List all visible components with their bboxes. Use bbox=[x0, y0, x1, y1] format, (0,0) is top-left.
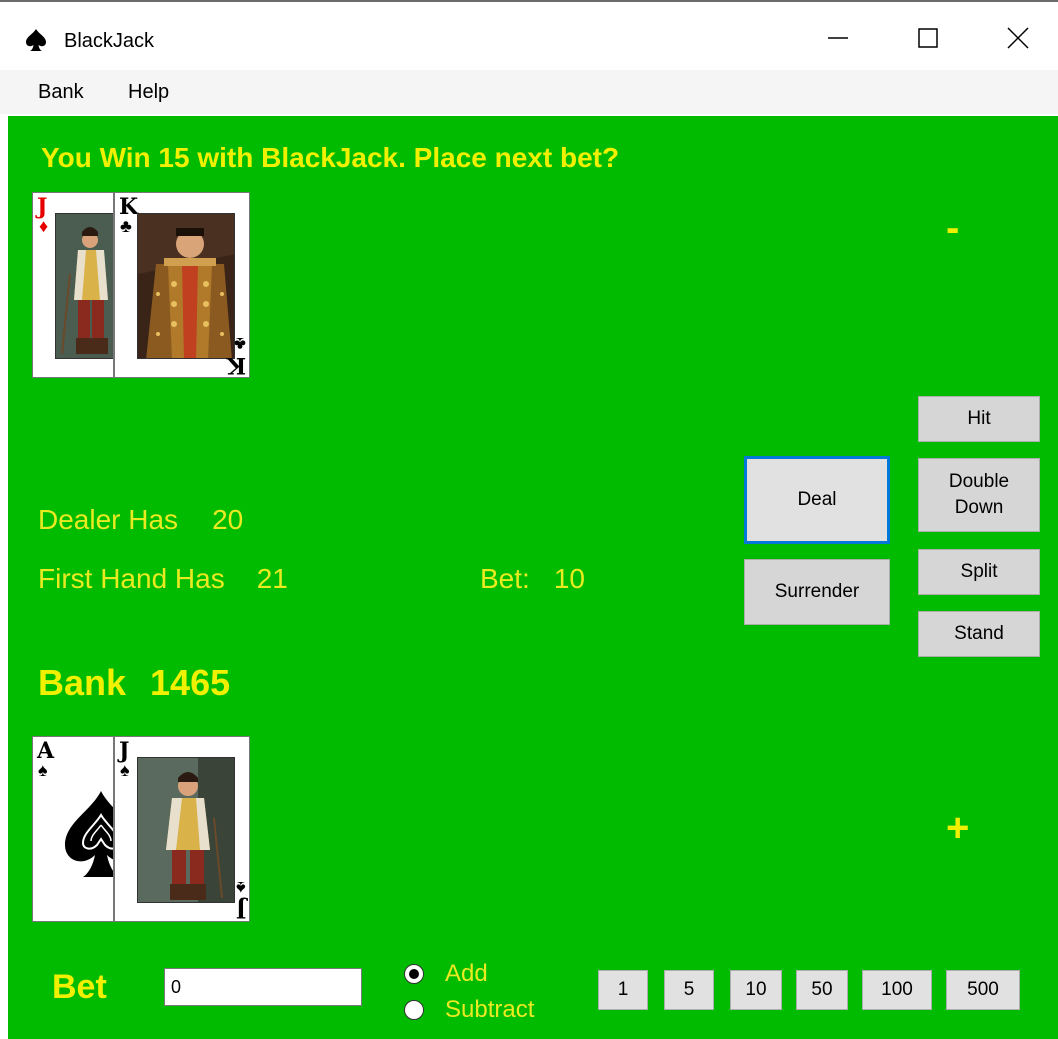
player-card-1: A ♠ bbox=[32, 736, 114, 922]
spade-icon: ♠ bbox=[120, 760, 130, 780]
menu-bar: Bank Help bbox=[0, 70, 1058, 114]
club-icon: ♣ bbox=[120, 216, 132, 236]
chip-50-button[interactable]: 50 bbox=[796, 970, 848, 1010]
add-radio[interactable] bbox=[404, 964, 424, 984]
first-hand-has-label: First Hand Has bbox=[38, 563, 225, 594]
split-button[interactable]: Split bbox=[918, 549, 1040, 595]
maximize-icon bbox=[918, 28, 938, 48]
dealer-card-2: K ♣ ♣ K bbox=[114, 192, 250, 378]
club-icon: ♣ bbox=[234, 334, 246, 354]
close-button[interactable] bbox=[988, 10, 1048, 66]
dealer-label: Dealer Has 20 bbox=[38, 504, 243, 536]
surrender-button[interactable]: Surrender bbox=[744, 559, 890, 625]
window-title: BlackJack bbox=[64, 30, 155, 52]
diamond-icon: ♦ bbox=[39, 216, 49, 236]
chip-500-button[interactable]: 500 bbox=[946, 970, 1020, 1010]
card-rank: K bbox=[119, 194, 139, 220]
deal-button[interactable]: Deal bbox=[744, 456, 890, 544]
bank-display: Bank 1465 bbox=[38, 662, 230, 704]
app-window: BlackJack Bank Help You Win 15 with Blac… bbox=[0, 0, 1058, 1039]
player-total: 21 bbox=[256, 563, 288, 594]
menu-help[interactable]: Help bbox=[128, 81, 169, 104]
chip-100-button[interactable]: 100 bbox=[862, 970, 932, 1010]
bank-value: 1465 bbox=[150, 662, 231, 703]
stand-button[interactable]: Stand bbox=[918, 611, 1040, 657]
hit-button[interactable]: Hit bbox=[918, 396, 1040, 442]
menu-bank[interactable]: Bank bbox=[38, 81, 84, 104]
subtract-radio[interactable] bbox=[404, 1000, 424, 1020]
subtract-label[interactable]: Subtract bbox=[445, 996, 534, 1024]
dealer-total: 20 bbox=[212, 504, 244, 535]
decrease-bet-button[interactable]: - bbox=[946, 206, 959, 251]
card-rank: J bbox=[37, 194, 48, 220]
game-table: You Win 15 with BlackJack. Place next be… bbox=[8, 116, 1058, 1039]
card-rank: J bbox=[119, 738, 130, 764]
card-rank: A bbox=[37, 738, 55, 764]
king-portrait bbox=[137, 213, 235, 359]
card-rank: K bbox=[226, 352, 246, 378]
increase-bet-button[interactable]: + bbox=[946, 806, 969, 851]
status-message: You Win 15 with BlackJack. Place next be… bbox=[41, 142, 620, 173]
title-bar[interactable]: BlackJack bbox=[0, 4, 1058, 70]
add-label[interactable]: Add bbox=[445, 960, 488, 988]
bet-display-value: 10 bbox=[553, 563, 585, 594]
player-card-2: J ♠ ♠ J bbox=[114, 736, 250, 922]
minimize-button[interactable] bbox=[808, 10, 868, 66]
dealer-has-label: Dealer Has bbox=[38, 504, 179, 535]
bet-input[interactable] bbox=[164, 968, 362, 1006]
chip-1-button[interactable]: 1 bbox=[598, 970, 648, 1010]
jack-portrait bbox=[55, 213, 113, 359]
minimize-icon bbox=[828, 28, 848, 48]
dealer-card-1: J ♦ bbox=[32, 192, 114, 378]
spade-icon: ♠ bbox=[236, 878, 246, 898]
card-rank: J bbox=[235, 896, 246, 922]
bet-display-label: Bet: bbox=[480, 563, 530, 594]
chip-5-button[interactable]: 5 bbox=[664, 970, 714, 1010]
bank-label: Bank bbox=[38, 662, 127, 703]
double-down-button[interactable]: Double Down bbox=[918, 458, 1040, 532]
radio-selected-dot bbox=[409, 969, 419, 979]
jack-portrait bbox=[137, 757, 235, 903]
spade-icon: ♠ bbox=[38, 760, 48, 780]
bet-label: Bet bbox=[52, 968, 107, 1006]
player-label: First Hand Has 21 bbox=[38, 563, 288, 595]
maximize-button[interactable] bbox=[898, 10, 958, 66]
close-icon bbox=[1007, 27, 1029, 49]
chip-10-button[interactable]: 10 bbox=[730, 970, 782, 1010]
spade-icon bbox=[24, 28, 48, 52]
large-spade-icon bbox=[61, 789, 113, 879]
bet-display: Bet: 10 bbox=[480, 563, 585, 595]
